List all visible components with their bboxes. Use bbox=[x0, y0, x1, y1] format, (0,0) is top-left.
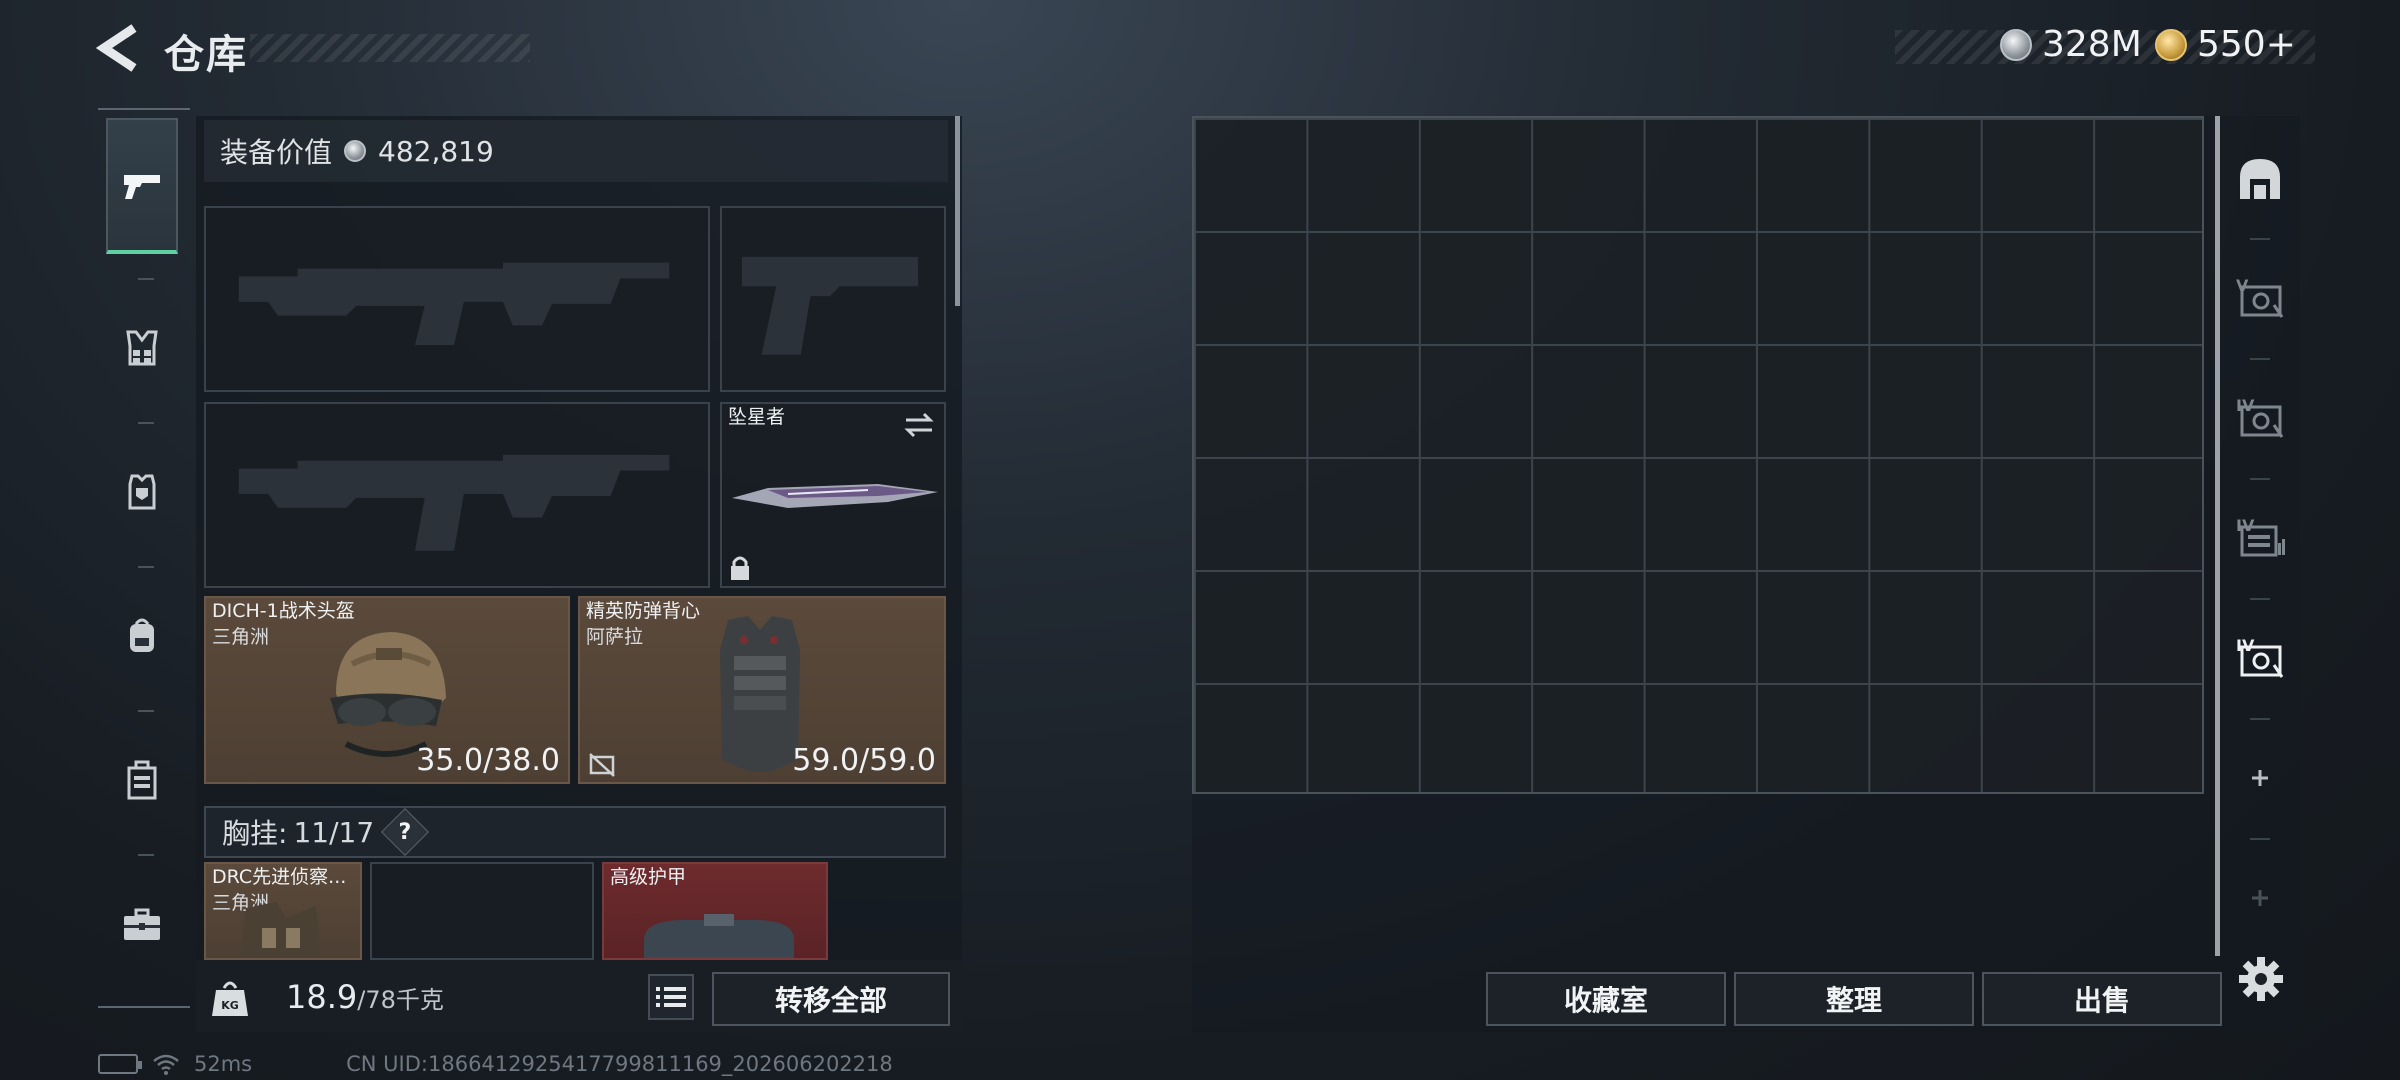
page-title: 仓库 bbox=[164, 32, 248, 78]
swap-icon[interactable] bbox=[902, 410, 936, 440]
sell-button[interactable]: 出售 bbox=[1982, 972, 2222, 1026]
settings-gear-icon[interactable] bbox=[2236, 954, 2286, 1004]
help-icon: ? bbox=[398, 819, 412, 845]
rig-item-name: DRC先进侦察... bbox=[212, 866, 347, 888]
storage-tab-iv-a[interactable]: IV bbox=[2220, 360, 2300, 476]
add-storage-icon bbox=[2252, 770, 2268, 786]
case-icon bbox=[127, 760, 157, 800]
back-arrow-icon bbox=[95, 24, 137, 72]
wifi-icon bbox=[153, 1054, 179, 1075]
silver-coin-icon bbox=[344, 140, 367, 162]
melee-slot[interactable]: 坠星者 bbox=[720, 402, 946, 588]
category-chest-rig[interactable] bbox=[106, 280, 178, 416]
category-weapons[interactable] bbox=[106, 118, 178, 254]
backpack-item-slot[interactable]: 高级护甲 bbox=[602, 862, 828, 960]
weight-icon: KG bbox=[212, 981, 248, 1016]
storage-grid[interactable] bbox=[1192, 116, 2204, 794]
pistol-silhouette-icon bbox=[742, 256, 919, 355]
category-backpack[interactable] bbox=[106, 568, 178, 704]
armor-name: 精英防弹背心 bbox=[586, 600, 701, 622]
category-case[interactable] bbox=[106, 712, 178, 848]
currency-silver[interactable]: 328M bbox=[2000, 24, 2142, 65]
carry-weight: 18.9/78千克 bbox=[286, 978, 444, 1016]
backpack-item-name: 高级护甲 bbox=[610, 866, 687, 888]
primary-weapon-slot[interactable] bbox=[204, 206, 710, 392]
equipment-value-label: 装备价值 bbox=[220, 136, 333, 169]
status-bar: 52ms CN UID:1866412925417799811169_20260… bbox=[98, 1052, 893, 1076]
list-view-button[interactable] bbox=[648, 974, 694, 1020]
helmet-slot[interactable]: DICH-1战术头盔 三角洲 35.0/38.0 bbox=[204, 596, 570, 784]
chest-rig-bar: 胸挂: 11/17 ? bbox=[204, 806, 946, 858]
help-button[interactable]: ? bbox=[381, 807, 430, 857]
vest-icon bbox=[128, 474, 156, 510]
gold-coin-icon bbox=[2155, 28, 2187, 61]
storage-tier-iv-shelf-icon: IV bbox=[2236, 516, 2285, 557]
collection-room-button[interactable]: 收藏室 bbox=[1486, 972, 1726, 1026]
battery-icon bbox=[98, 1054, 142, 1074]
armor-durability: 59.0/59.0 bbox=[792, 743, 936, 778]
rifle-silhouette-icon bbox=[238, 454, 670, 551]
storage-tab-v[interactable]: V bbox=[2220, 240, 2300, 356]
chest-rig-empty-slot[interactable] bbox=[370, 862, 594, 960]
safe-house-icon bbox=[2240, 159, 2280, 199]
storage-tier-iv-icon: IV bbox=[2236, 396, 2284, 438]
melee-name: 坠星者 bbox=[728, 406, 786, 428]
transfer-all-button[interactable]: 转移全部 bbox=[712, 972, 950, 1026]
storage-tier-v-icon: V bbox=[2236, 276, 2284, 318]
equipment-value-bar: 装备价值 482,819 bbox=[204, 120, 948, 182]
storage-tabs: V IV IV IV bbox=[2220, 116, 2300, 956]
chest-rig-item-slot[interactable]: DRC先进侦察... 三角洲 bbox=[204, 862, 362, 960]
storage-tier-iv-active-icon: IV bbox=[2236, 636, 2284, 678]
title-decoration bbox=[250, 34, 530, 62]
storage-tab-iv-active[interactable]: IV bbox=[2220, 600, 2300, 716]
chest-rig-icon bbox=[126, 330, 158, 366]
helmet-maker: 三角洲 bbox=[212, 626, 270, 648]
storage-tab-iv-b[interactable]: IV bbox=[2220, 480, 2300, 596]
armor-slot[interactable]: 精英防弹背心 阿萨拉 59.0/59.0 bbox=[578, 596, 946, 784]
currency-gold[interactable]: 550+ bbox=[2155, 24, 2296, 65]
pistol-icon bbox=[124, 175, 160, 199]
category-toolbox[interactable] bbox=[106, 856, 178, 992]
armor-maker: 阿萨拉 bbox=[586, 626, 644, 648]
category-rail bbox=[98, 108, 190, 1008]
chest-rig-item-icon bbox=[241, 902, 322, 958]
loadout-scrollbar[interactable] bbox=[955, 116, 960, 306]
knife-icon bbox=[732, 484, 938, 508]
sidearm-slot[interactable] bbox=[720, 206, 946, 392]
secondary-weapon-slot[interactable] bbox=[204, 402, 710, 588]
armor-kit-icon bbox=[644, 914, 794, 958]
rifle-silhouette-icon bbox=[238, 262, 670, 345]
gold-amount: 550+ bbox=[2197, 24, 2296, 65]
carry-weight-current: 18.9 bbox=[286, 978, 358, 1016]
equipment-value: 482,819 bbox=[378, 134, 494, 168]
svg-text:KG: KG bbox=[221, 999, 239, 1012]
category-armor[interactable] bbox=[106, 424, 178, 560]
carry-weight-max: /78千克 bbox=[357, 986, 444, 1014]
toolbox-icon bbox=[124, 908, 160, 940]
add-storage-button[interactable] bbox=[2220, 720, 2300, 836]
chest-rig-capacity: 11/17 bbox=[293, 815, 375, 849]
uid-text: CN UID:1866412925417799811169_2026062022… bbox=[346, 1052, 893, 1076]
storage-tab-safehouse[interactable] bbox=[2220, 120, 2300, 236]
lock-icon bbox=[731, 556, 749, 580]
ping-text: 52ms bbox=[194, 1052, 253, 1076]
organize-button[interactable]: 整理 bbox=[1734, 972, 1974, 1026]
add-storage-disabled-icon bbox=[2252, 890, 2268, 906]
silver-coin-icon bbox=[2000, 28, 2032, 61]
silver-amount: 328M bbox=[2042, 24, 2142, 65]
list-icon bbox=[656, 987, 686, 1007]
back-button[interactable] bbox=[95, 22, 146, 74]
chest-rig-label: 胸挂: bbox=[222, 817, 288, 850]
repair-disabled-icon bbox=[589, 753, 615, 777]
add-storage-disabled bbox=[2220, 840, 2300, 956]
backpack-icon bbox=[130, 618, 154, 652]
helmet-durability: 35.0/38.0 bbox=[416, 743, 560, 778]
